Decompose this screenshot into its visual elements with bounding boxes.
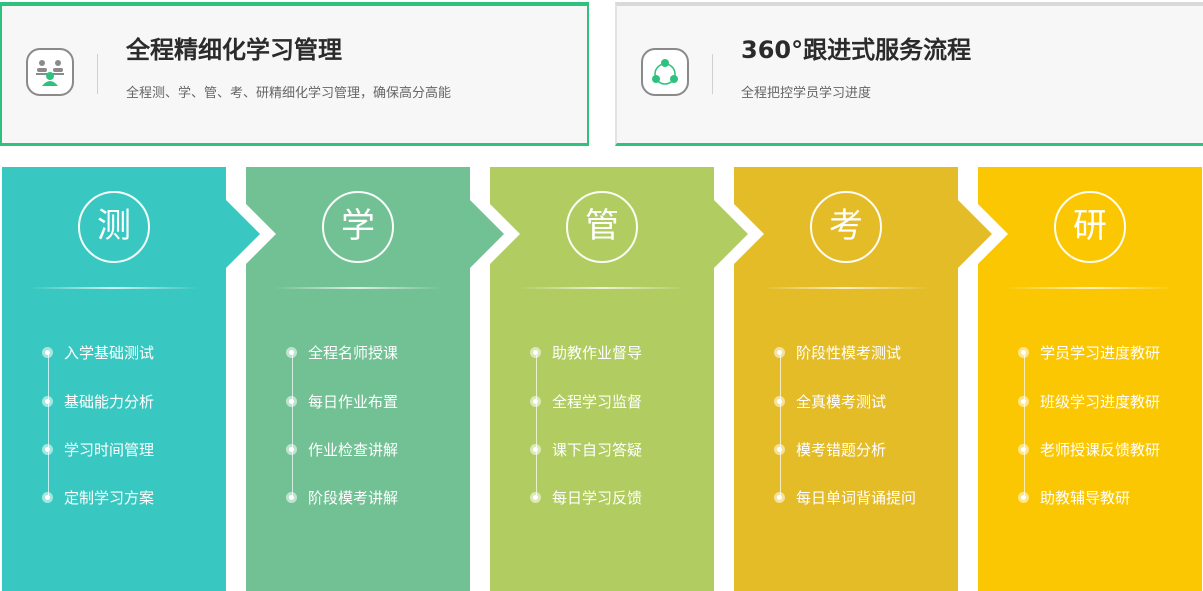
stage-char: 研: [1054, 191, 1126, 263]
stage-char: 学: [322, 191, 394, 263]
bullet-dot-icon: [530, 395, 541, 407]
bullet-dot-icon: [286, 491, 297, 503]
list-item-label: 每日作业布置: [308, 392, 399, 411]
timeline-line: [1024, 353, 1025, 499]
bullet-dot-icon: [42, 443, 53, 455]
list-item-label: 助教辅导教研: [1040, 488, 1131, 507]
bullet-dot-icon: [1018, 491, 1029, 503]
list-item: 全程学习监督: [530, 389, 642, 413]
stage-column-research: 研 学员学习进度教研 班级学习进度教研 老师授课反馈教研 助教辅导教研: [978, 167, 1202, 591]
bullet-dot-icon: [42, 346, 53, 358]
list-item-label: 课下自习答疑: [552, 440, 643, 459]
bullet-dot-icon: [42, 491, 53, 503]
list-item: 每日学习反馈: [530, 485, 642, 509]
list-item-label: 全程学习监督: [552, 392, 643, 411]
separator: [762, 287, 930, 289]
list-item: 助教作业督导: [530, 340, 642, 364]
card-subtitle: 全程把控学员学习进度: [741, 86, 872, 101]
timeline-line: [48, 353, 49, 499]
list-item: 每日作业布置: [286, 389, 398, 413]
list-item-label: 作业检查讲解: [308, 440, 399, 459]
stage-char: 测: [78, 191, 150, 263]
list-item-label: 班级学习进度教研: [1040, 392, 1161, 411]
list-item-label: 老师授课反馈教研: [1040, 440, 1161, 459]
list-item-label: 阶段模考讲解: [308, 488, 399, 507]
list-item-label: 每日单词背诵提问: [796, 488, 917, 507]
card-title: 360°跟进式服务流程: [741, 36, 972, 64]
stage-char: 管: [566, 191, 638, 263]
bullet-dot-icon: [774, 395, 785, 407]
list-item: 模考错题分析: [774, 437, 886, 461]
list-item: 基础能力分析: [42, 389, 154, 413]
stage-column-learn: 学 全程名师授课 每日作业布置 作业检查讲解 阶段模考讲解: [246, 167, 470, 591]
page: 全程精细化学习管理 全程测、学、管、考、研精细化学习管理，确保高分高能 360°…: [0, 0, 1203, 591]
list-item: 阶段性模考测试: [774, 340, 901, 364]
list-item: 助教辅导教研: [1018, 485, 1130, 509]
bullet-dot-icon: [774, 443, 785, 455]
list-item: 定制学习方案: [42, 485, 154, 509]
card-divider: [712, 54, 713, 94]
list-item: 每日单词背诵提问: [774, 485, 916, 509]
list-item: 阶段模考讲解: [286, 485, 398, 509]
list-item-label: 入学基础测试: [64, 343, 155, 362]
list-item: 全程名师授课: [286, 340, 398, 364]
list-item-label: 模考错题分析: [796, 440, 887, 459]
feature-card-service[interactable]: 360°跟进式服务流程 全程把控学员学习进度: [615, 2, 1203, 146]
list-item-label: 助教作业督导: [552, 343, 643, 362]
chevron-right-icon: [470, 186, 522, 282]
bullet-dot-icon: [530, 443, 541, 455]
timeline-line: [292, 353, 293, 499]
separator: [274, 287, 442, 289]
list-item-label: 全真模考测试: [796, 392, 887, 411]
separator: [30, 287, 198, 289]
bullet-dot-icon: [774, 346, 785, 358]
list-item-label: 学习时间管理: [64, 440, 155, 459]
separator: [1006, 287, 1174, 289]
students-icon: [26, 48, 74, 96]
list-item-label: 基础能力分析: [64, 392, 155, 411]
bullet-dot-icon: [286, 443, 297, 455]
list-item-label: 定制学习方案: [64, 488, 155, 507]
bullet-dot-icon: [530, 346, 541, 358]
card-subtitle: 全程测、学、管、考、研精细化学习管理，确保高分高能: [126, 86, 452, 101]
list-item-label: 阶段性模考测试: [796, 343, 902, 362]
card-divider: [97, 54, 98, 94]
feature-card-management[interactable]: 全程精细化学习管理 全程测、学、管、考、研精细化学习管理，确保高分高能: [0, 2, 589, 146]
list-item: 学习时间管理: [42, 437, 154, 461]
chevron-right-icon: [714, 186, 766, 282]
list-item: 班级学习进度教研: [1018, 389, 1160, 413]
bullet-dot-icon: [286, 395, 297, 407]
timeline-line: [536, 353, 537, 499]
stage-column-manage: 管 助教作业督导 全程学习监督 课下自习答疑 每日学习反馈: [490, 167, 714, 591]
bullet-dot-icon: [1018, 346, 1029, 358]
chevron-right-icon: [226, 186, 278, 282]
list-item-label: 全程名师授课: [308, 343, 399, 362]
bullet-dot-icon: [42, 395, 53, 407]
list-item-label: 学员学习进度教研: [1040, 343, 1161, 362]
list-item: 入学基础测试: [42, 340, 154, 364]
stage-column-test: 测 入学基础测试 基础能力分析 学习时间管理 定制学习方案: [2, 167, 226, 591]
list-item: 老师授课反馈教研: [1018, 437, 1160, 461]
list-item: 全真模考测试: [774, 389, 886, 413]
separator: [518, 287, 686, 289]
bullet-dot-icon: [1018, 443, 1029, 455]
bullet-dot-icon: [286, 346, 297, 358]
bullet-dot-icon: [774, 491, 785, 503]
bullet-dot-icon: [530, 491, 541, 503]
list-item: 课下自习答疑: [530, 437, 642, 461]
list-item: 学员学习进度教研: [1018, 340, 1160, 364]
bullet-dot-icon: [1018, 395, 1029, 407]
list-item-label: 每日学习反馈: [552, 488, 643, 507]
card-title: 全程精细化学习管理: [126, 36, 342, 64]
cycle-icon: [641, 48, 689, 96]
list-item: 作业检查讲解: [286, 437, 398, 461]
stage-column-exam: 考 阶段性模考测试 全真模考测试 模考错题分析 每日单词背诵提问: [734, 167, 958, 591]
stage-char: 考: [810, 191, 882, 263]
chevron-right-icon: [958, 186, 1010, 282]
timeline-line: [780, 353, 781, 499]
